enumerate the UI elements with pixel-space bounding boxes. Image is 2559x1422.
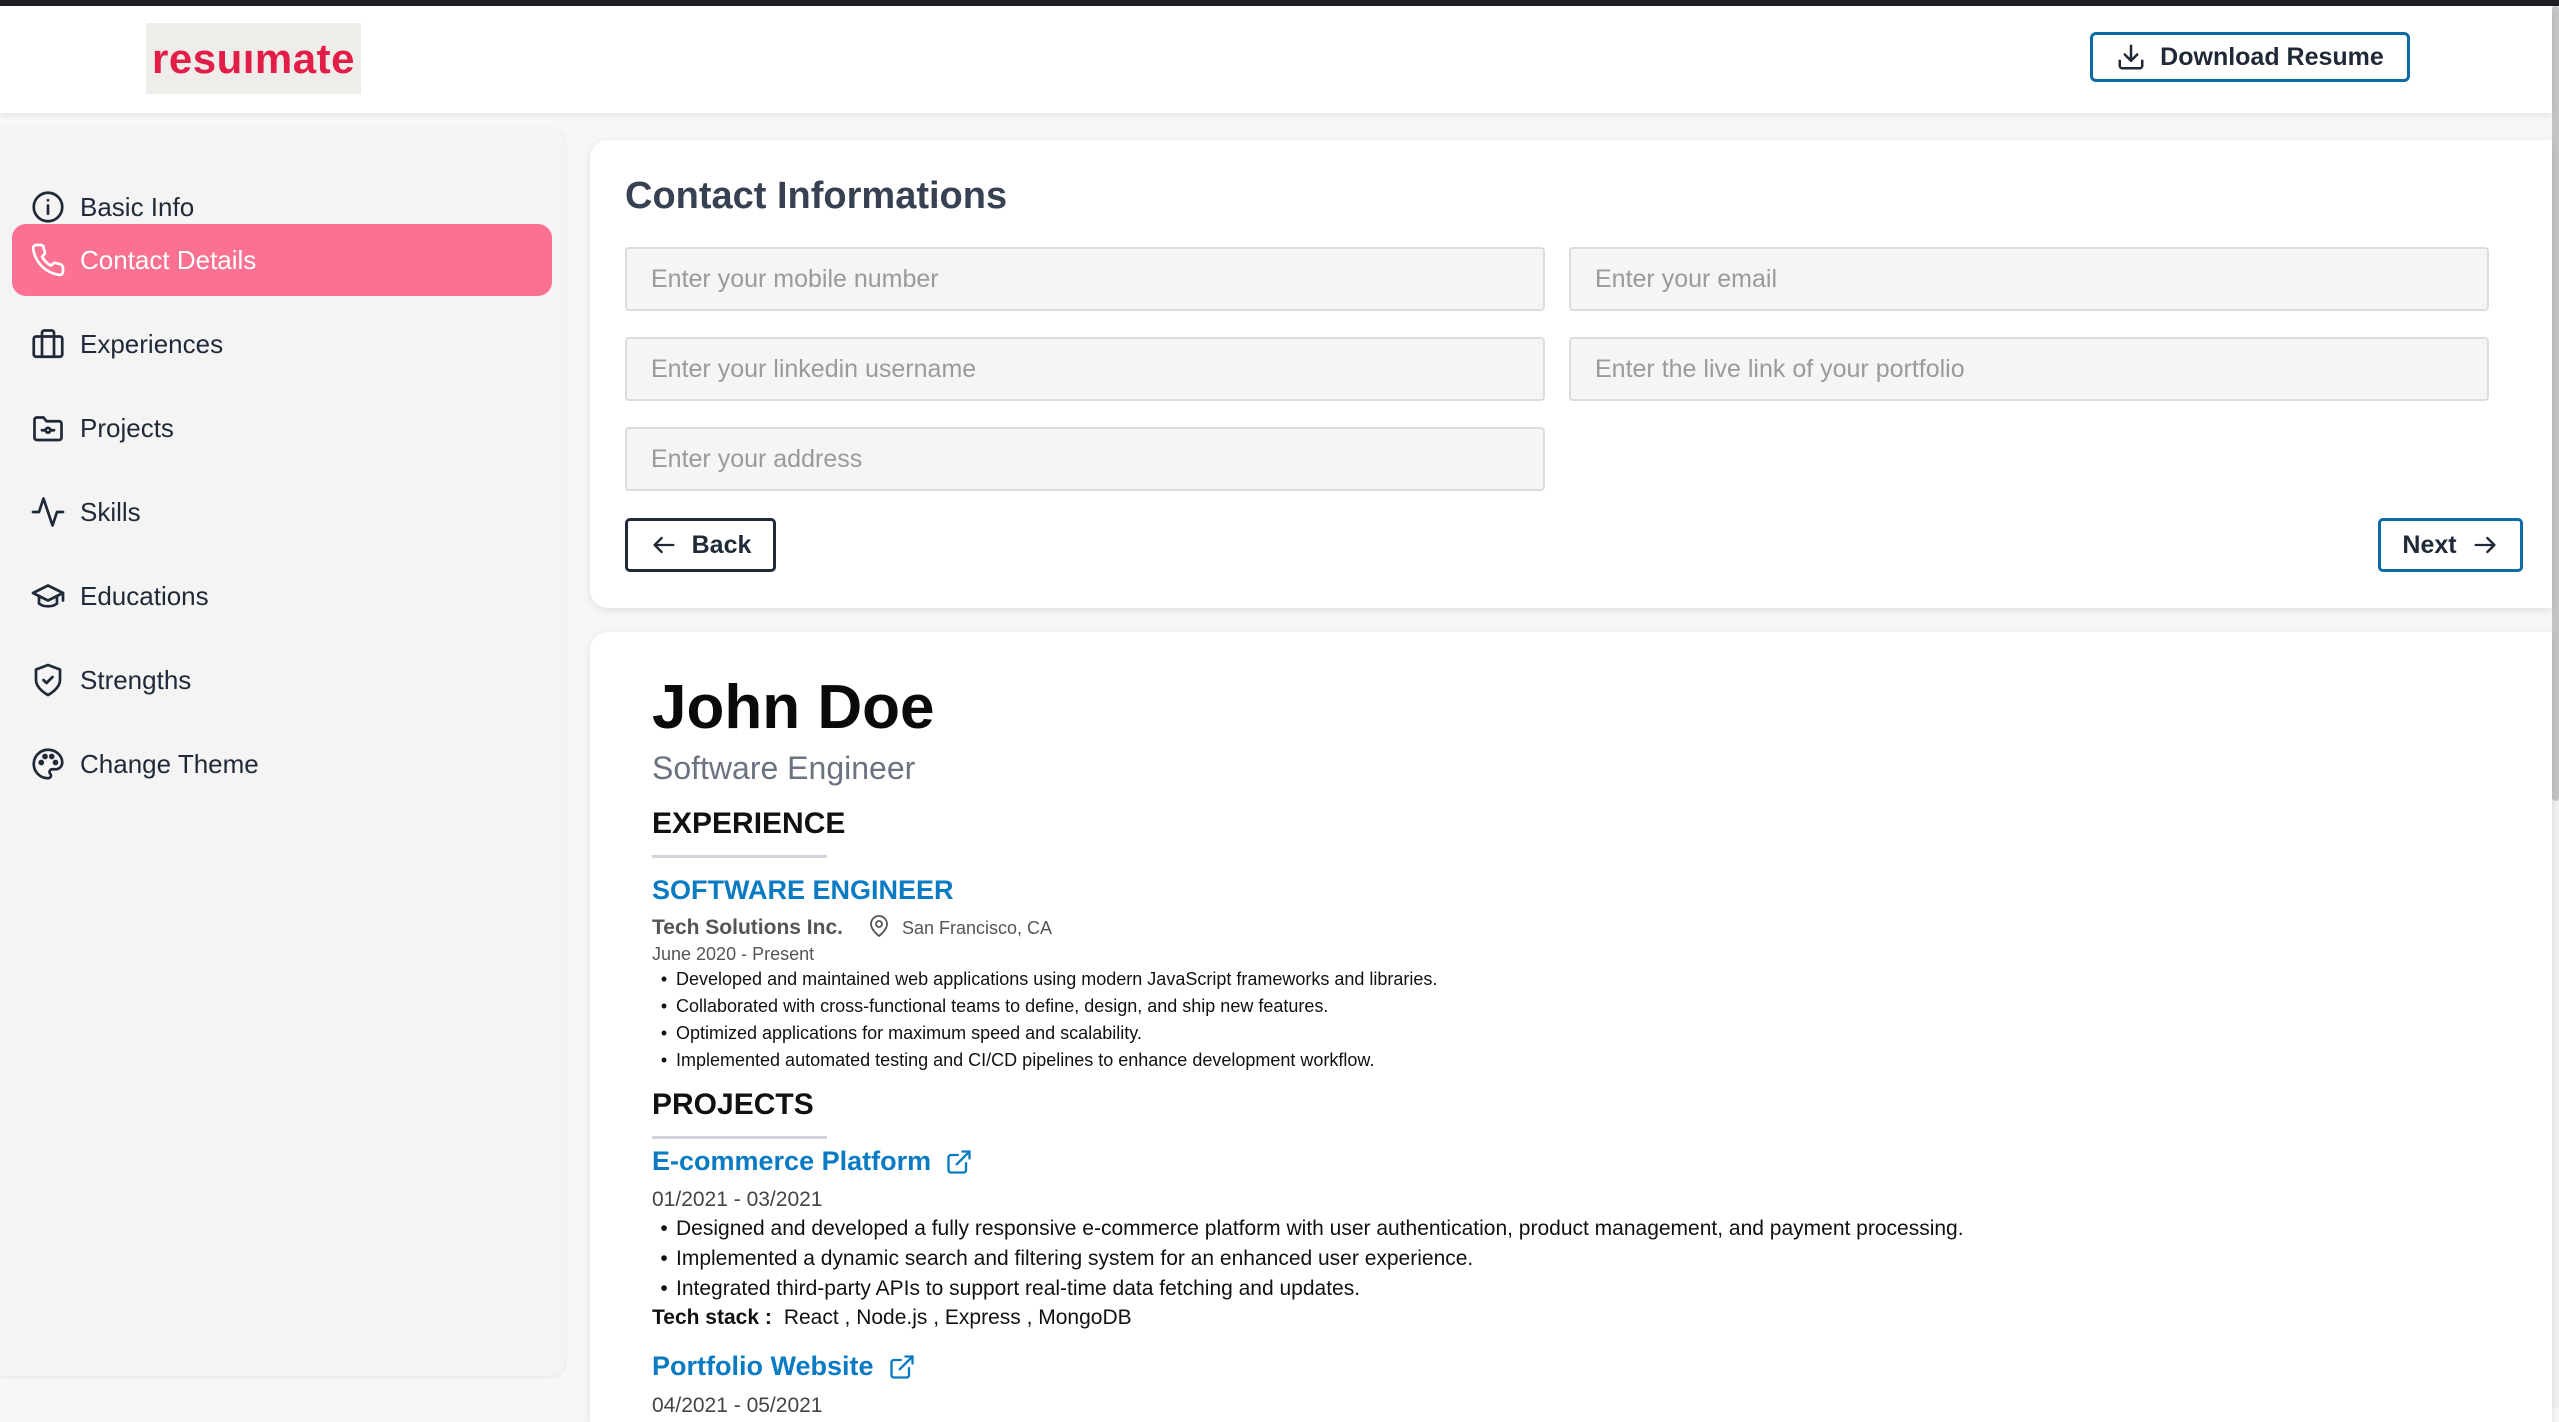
page-scrollbar-thumb[interactable] [2552,6,2559,801]
sidebar-item-educations[interactable]: Educations [12,560,552,632]
experience-heading: EXPERIENCE [652,807,846,840]
sidebar: Basic Info Contact Details Experiences P… [0,128,565,1376]
external-link-icon[interactable] [945,1148,973,1176]
job-dates: June 2020 - Present [652,944,815,964]
arrow-left-icon [653,536,675,554]
linkedin-username-input[interactable] [625,337,1545,401]
sidebar-item-label: Contact Details [80,244,257,275]
projects-heading-underline [652,1136,827,1139]
activity-icon [31,497,65,527]
job-location: San Francisco, CA [902,918,1053,938]
arrow-right-icon [2474,536,2496,554]
next-button[interactable]: Next [2378,518,2523,572]
mobile-number-input[interactable] [625,247,1545,311]
next-button-label: Next [2402,530,2457,559]
sidebar-item-strengths[interactable]: Strengths [12,644,552,716]
logo[interactable]: resuımate [146,23,361,94]
external-link-icon[interactable] [888,1353,916,1381]
download-resume-label: Download Resume [2160,42,2384,71]
list-item: Optimized applications for maximum speed… [652,1020,1437,1047]
briefcase-icon [32,329,64,359]
project-dates: 04/2021 - 05/2021 [652,1394,823,1417]
job-title: SOFTWARE ENGINEER [652,875,954,905]
download-icon [2118,44,2144,70]
back-button-label: Back [691,530,752,559]
sidebar-item-label: Basic Info [80,191,195,222]
experience-heading-underline [652,855,827,858]
sidebar-item-change-theme[interactable]: Change Theme [12,728,552,800]
address-input[interactable] [625,427,1545,491]
sidebar-item-label: Strengths [80,664,192,695]
contact-info-card: Contact Informations Back Next [590,140,2552,608]
tech-stack-label: Tech stack : [652,1306,772,1329]
list-item: Designed and developed a fully responsiv… [652,1214,1964,1244]
sidebar-item-label: Experiences [80,328,224,359]
map-pin-icon [870,915,888,937]
email-input[interactable] [1569,247,2489,311]
list-item: Implemented a dynamic search and filteri… [652,1244,1964,1274]
resume-preview: John Doe Software Engineer EXPERIENCE SO… [590,632,2552,1422]
project-title-portfolio[interactable]: Portfolio Website [652,1351,916,1382]
project-title-label: Portfolio Website [652,1351,874,1381]
graduation-cap-icon [31,584,65,608]
list-item: Collaborated with cross-functional teams… [652,993,1437,1020]
sidebar-item-label: Change Theme [80,748,259,779]
folder-icon [33,416,63,442]
project-title-label: E-commerce Platform [652,1146,932,1176]
sidebar-item-experiences[interactable]: Experiences [12,308,552,380]
resume-name: John Doe [652,673,935,742]
phone-icon [31,243,65,277]
portfolio-link-input[interactable] [1569,337,2489,401]
sidebar-item-projects[interactable]: Projects [12,392,552,464]
shield-check-icon [34,663,62,697]
card-title: Contact Informations [625,175,1008,217]
project-dates: 01/2021 - 03/2021 [652,1188,823,1211]
info-circle-icon [32,191,64,223]
download-resume-button[interactable]: Download Resume [2090,32,2410,82]
list-item: Integrated third-party APIs to support r… [652,1274,1964,1304]
sidebar-item-label: Educations [80,580,209,611]
job-bullets: Developed and maintained web application… [652,966,1437,1074]
palette-icon [32,748,64,780]
job-company: Tech Solutions Inc. [652,916,843,939]
back-button[interactable]: Back [625,518,776,572]
project-title-ecommerce[interactable]: E-commerce Platform [652,1146,973,1177]
sidebar-item-label: Projects [80,412,174,443]
project-bullets: Designed and developed a fully responsiv… [652,1214,1964,1304]
project-tech-stack: Tech stack : React , Node.js , Express , … [652,1306,1132,1330]
sidebar-item-contact-details[interactable]: Contact Details [12,224,552,296]
top-header: resuımate Download Resume [0,6,2552,113]
list-item: Developed and maintained web application… [652,966,1437,993]
tech-stack-values: React , Node.js , Express , MongoDB [783,1306,1132,1329]
projects-heading: PROJECTS [652,1088,814,1121]
sidebar-item-skills[interactable]: Skills [12,476,552,548]
sidebar-item-label: Skills [80,496,141,527]
resume-role: Software Engineer [652,750,916,786]
list-item: Implemented automated testing and CI/CD … [652,1047,1437,1074]
